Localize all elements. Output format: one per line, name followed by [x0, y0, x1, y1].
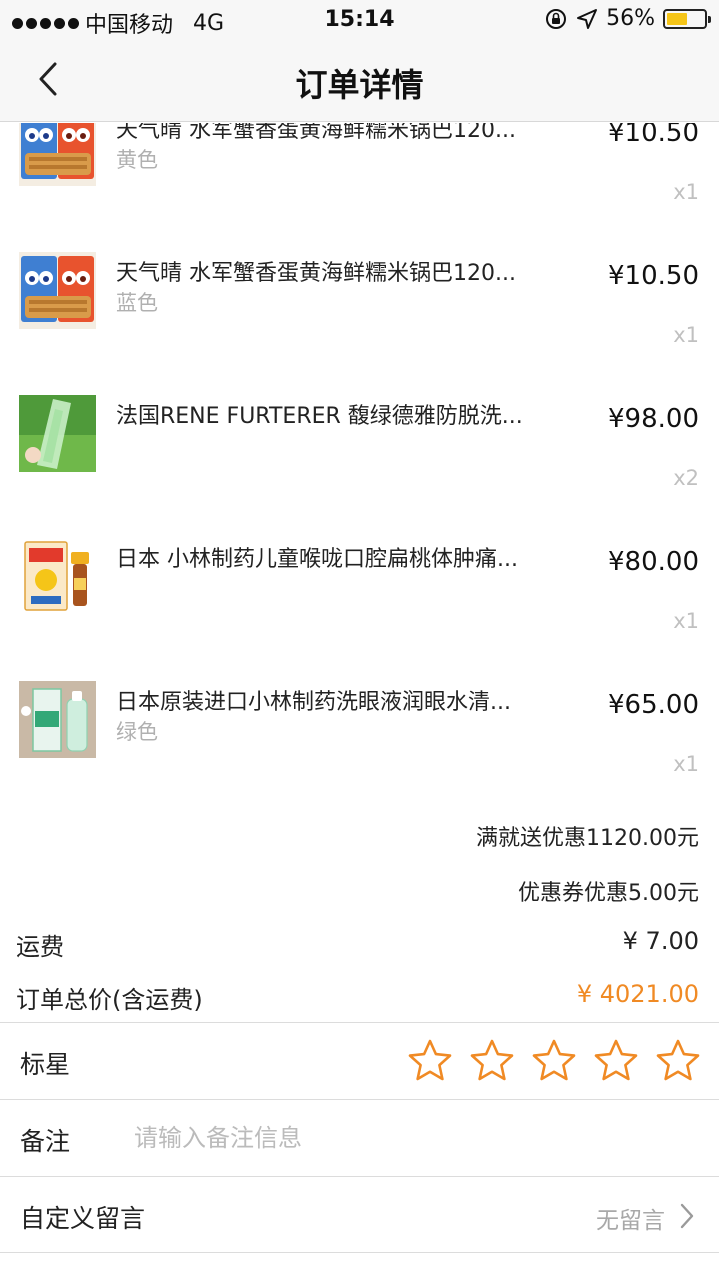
product-quantity: x1: [673, 180, 699, 204]
status-bar-right: 56%: [544, 6, 711, 31]
order-item[interactable]: 日本 小林制药儿童喉咙口腔扁桃体肿痛... ¥80.00 x1: [0, 525, 719, 668]
product-price: ¥65.00: [608, 690, 699, 720]
product-price: ¥10.50: [608, 123, 699, 148]
star-outline-icon[interactable]: [593, 1038, 639, 1084]
order-total-label: 订单总价(含运费): [16, 986, 203, 1014]
order-item[interactable]: 法国RENE FURTERER 馥绿德雅防脱洗... ¥98.00 x2: [0, 382, 719, 525]
product-name: 日本 小林制药儿童喉咙口腔扁桃体肿痛...: [116, 547, 518, 572]
shipping-fee-label: 运费: [16, 933, 64, 961]
battery-level: [667, 12, 688, 25]
product-quantity: x1: [673, 752, 699, 776]
star-outline-icon[interactable]: [531, 1038, 577, 1084]
shipping-fee-row: 运费 ¥ 7.00: [16, 927, 699, 962]
product-quantity: x1: [673, 609, 699, 633]
product-name: 日本原装进口小林制药洗眼液润眼水清...: [116, 690, 511, 715]
star-rating-label: 标星: [20, 1050, 71, 1079]
star-outline-icon[interactable]: [407, 1038, 453, 1084]
product-variant: 蓝色: [116, 291, 158, 315]
rotation-lock-icon: [546, 8, 567, 29]
shipping-fee-value: ¥ 7.00: [622, 927, 699, 955]
order-item[interactable]: 天气晴 水军蟹香蛋黄海鲜糯米锅巴120... 蓝色 ¥10.50 x1: [0, 239, 719, 382]
remark-input[interactable]: [134, 1114, 694, 1162]
order-total-value: ¥ 4021.00: [576, 980, 699, 1008]
star-rating-row: 标星: [0, 1022, 719, 1099]
product-thumbnail: [19, 538, 96, 615]
product-name: 法国RENE FURTERER 馥绿德雅防脱洗...: [116, 404, 523, 429]
product-price: ¥80.00: [608, 547, 699, 577]
product-name: 天气晴 水军蟹香蛋黄海鲜糯米锅巴120...: [116, 261, 516, 286]
product-quantity: x1: [673, 323, 699, 347]
order-detail-content[interactable]: 天气晴 水军蟹香蛋黄海鲜糯米锅巴120... 黄色 ¥10.50 x1 天气晴 …: [0, 123, 719, 1280]
navigation-bar: 订单详情: [0, 40, 719, 122]
order-total-row: 订单总价(含运费) ¥ 4021.00: [16, 980, 699, 1015]
order-item-list: 天气晴 水军蟹香蛋黄海鲜糯米锅巴120... 黄色 ¥10.50 x1 天气晴 …: [0, 123, 719, 811]
battery-icon: [663, 8, 711, 29]
product-thumbnail: [19, 681, 96, 758]
product-thumbnail: [19, 252, 96, 329]
product-quantity: x2: [673, 466, 699, 490]
star-outline-icon[interactable]: [469, 1038, 515, 1084]
battery-percent: 56%: [606, 6, 655, 31]
remark-row: 备注: [0, 1099, 719, 1176]
custom-message-value: 无留言: [596, 1208, 665, 1234]
custom-message-label: 自定义留言: [20, 1204, 146, 1233]
product-thumbnail: [19, 123, 96, 186]
coupon-discount-text: 优惠券优惠5.00元: [518, 881, 699, 906]
order-item[interactable]: 天气晴 水军蟹香蛋黄海鲜糯米锅巴120... 黄色 ¥10.50 x1: [0, 123, 719, 239]
chevron-right-icon: [680, 1203, 694, 1229]
order-item[interactable]: 日本原装进口小林制药洗眼液润眼水清... 绿色 ¥65.00 x1: [0, 668, 719, 811]
product-variant: 黄色: [116, 148, 158, 172]
product-variant: 绿色: [116, 720, 158, 744]
remark-label: 备注: [20, 1127, 71, 1156]
product-thumbnail: [19, 395, 96, 472]
location-arrow-icon: [577, 8, 598, 29]
product-price: ¥10.50: [608, 261, 699, 291]
product-name: 天气晴 水军蟹香蛋黄海鲜糯米锅巴120...: [116, 123, 516, 143]
page-title: 订单详情: [295, 66, 424, 104]
star-rating: [407, 1038, 701, 1084]
star-outline-icon[interactable]: [655, 1038, 701, 1084]
custom-message-row[interactable]: 自定义留言 无留言: [0, 1176, 719, 1253]
status-bar: 中国移动 4G 15:14 56%: [0, 0, 719, 40]
product-price: ¥98.00: [608, 404, 699, 434]
full-discount-text: 满就送优惠1120.00元: [476, 826, 699, 851]
